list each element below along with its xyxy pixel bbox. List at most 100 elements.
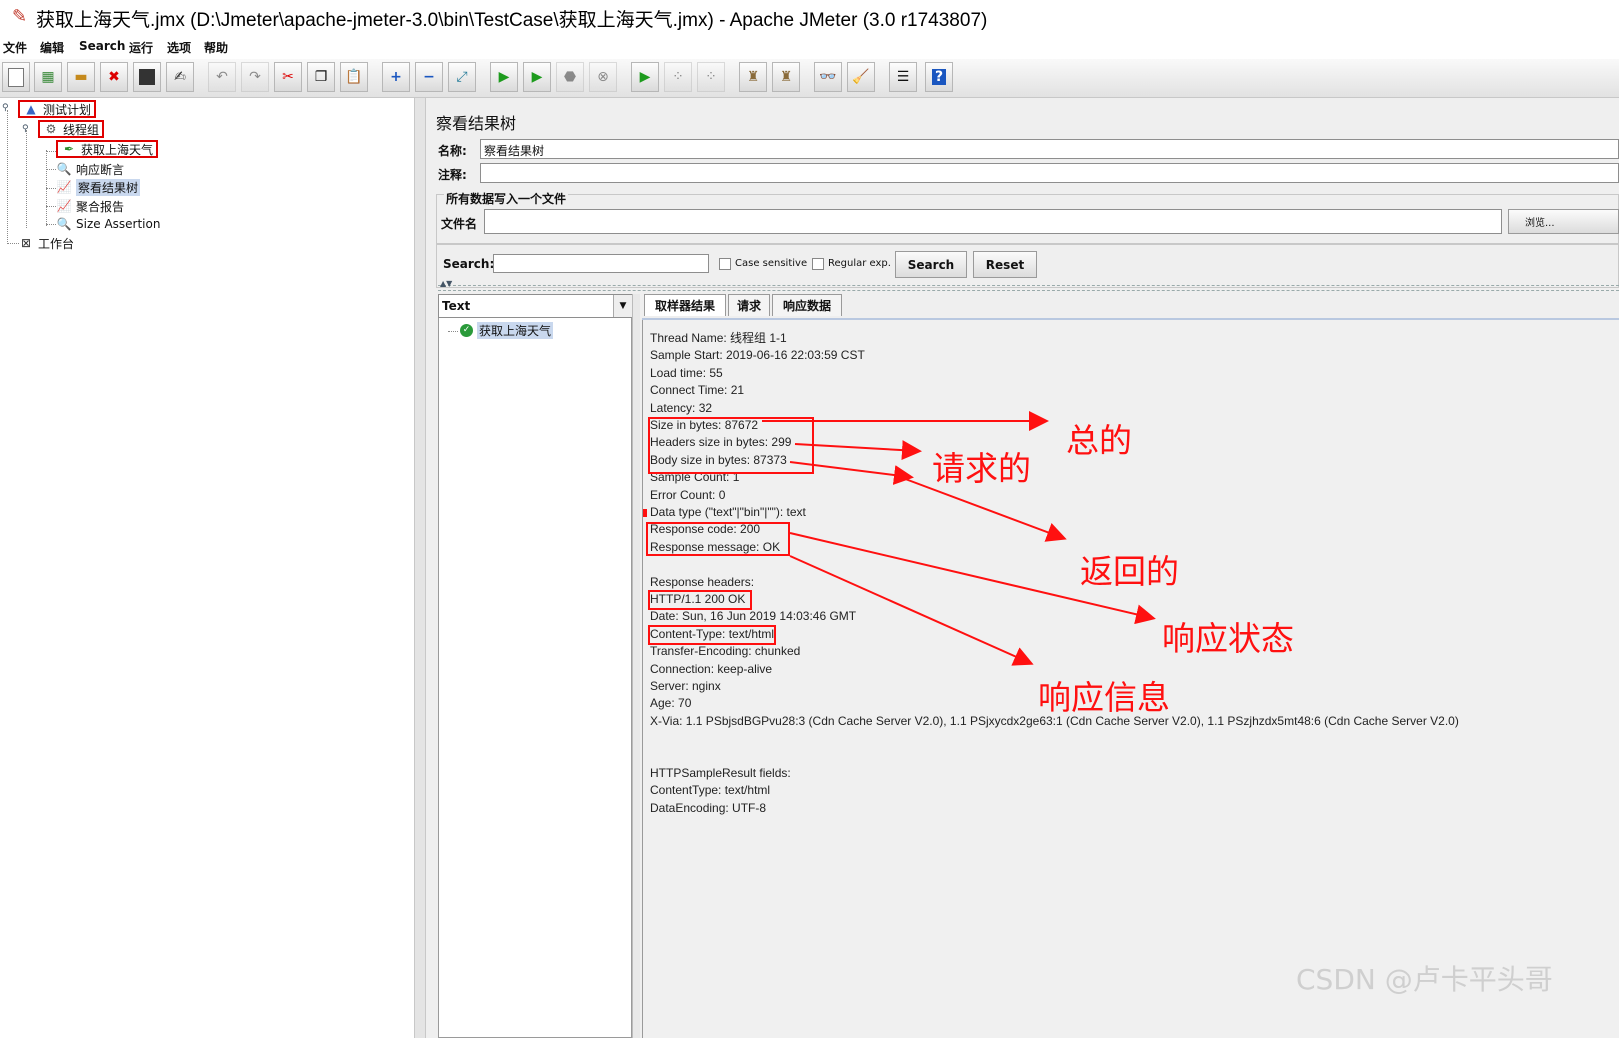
split-arrows-icon[interactable]: ▲▼	[440, 279, 452, 288]
save-as-icon[interactable]: ✍	[166, 62, 194, 92]
result-line: Latency: 32	[650, 400, 713, 415]
copy-icon[interactable]: ❐	[307, 62, 335, 92]
tree-label: 察看结果树	[76, 178, 141, 196]
expand-icon[interactable]: +	[382, 62, 410, 92]
menu-run[interactable]: 运行	[129, 39, 153, 56]
panel-title: 察看结果树	[436, 114, 517, 133]
name-label: 名称:	[438, 144, 467, 158]
results-list	[438, 294, 632, 1038]
new-icon[interactable]	[2, 62, 30, 92]
reset-button[interactable]: Reset	[973, 251, 1037, 278]
file-section-title: 所有数据写入一个文件	[444, 190, 569, 207]
renderer-value: Text	[442, 299, 471, 313]
filename-label: 文件名	[441, 217, 478, 231]
test-plan-tree: ⚲ ▲ 测试计划 ⚲ ⚙ 线程组 ✒ 获取上海天气 🔍 响应断言 📈 察看结果树…	[0, 98, 413, 1038]
tab-sampler-result[interactable]: 取样器结果	[644, 294, 726, 316]
function-helper-icon[interactable]: ☰	[889, 62, 917, 92]
remote-start-icon[interactable]: ▶	[631, 62, 659, 92]
filename-input[interactable]	[484, 209, 1502, 234]
regular-exp-label: Regular exp.	[828, 258, 891, 269]
annotation-total: 总的	[1066, 421, 1132, 460]
pane-splitter[interactable]	[414, 98, 426, 1038]
search-button[interactable]: Search	[895, 251, 967, 278]
search-icon[interactable]: 👓	[814, 62, 842, 92]
tree-label: 线程组	[63, 122, 100, 137]
close-icon[interactable]: ✖	[100, 62, 128, 92]
remote-shutdown-icon[interactable]: ⁘	[697, 62, 725, 92]
tree-label: 获取上海天气	[81, 142, 154, 157]
toggle-icon[interactable]: ⤢	[448, 62, 476, 92]
collapse-icon[interactable]: −	[415, 62, 443, 92]
title-bar: ✎ 获取上海天气.jmx (D:\Jmeter\apache-jmeter-3.…	[0, 0, 1619, 34]
results-splitter[interactable]	[632, 294, 640, 1038]
tree-node-thread-group[interactable]: ⚙ 线程组	[38, 120, 105, 138]
start-icon[interactable]: ▶	[490, 62, 518, 92]
result-line: Data type ("text"|"bin"|""): text	[650, 505, 806, 519]
result-line: Error Count: 0	[650, 487, 726, 502]
tree-label: 响应断言	[76, 162, 125, 177]
stop-icon[interactable]: ⬣	[556, 62, 584, 92]
tree-node-size-assertion[interactable]: 🔍 Size Assertion	[56, 215, 161, 233]
tree-node-aggregate-report[interactable]: 📈 聚合报告	[56, 197, 125, 215]
tree-node-test-plan[interactable]: ▲ 测试计划	[18, 100, 97, 118]
tree-node-workbench[interactable]: ⊠ 工作台	[18, 234, 74, 252]
menu-help[interactable]: 帮助	[204, 39, 228, 56]
paste-icon[interactable]: 📋	[340, 62, 368, 92]
tree-label: 聚合报告	[76, 199, 125, 214]
menu-file[interactable]: 文件	[3, 39, 27, 56]
menu-edit[interactable]: 编辑	[40, 39, 64, 56]
menu-bar: 文件 编辑 Search 运行 选项 帮助	[0, 36, 1619, 58]
magnifier-icon: 🔍	[56, 162, 72, 176]
clear-all-icon[interactable]: ♜	[772, 62, 800, 92]
help-icon[interactable]: ?	[925, 62, 953, 92]
save-icon[interactable]	[133, 62, 161, 92]
clear-icon[interactable]: ♜	[739, 62, 767, 92]
result-line: Transfer-Encoding: chunked	[650, 644, 801, 659]
redo-icon[interactable]: ↷	[241, 62, 269, 92]
annotation-box-sizes	[648, 417, 814, 474]
tree-node-sampler[interactable]: ✒ 获取上海天气	[56, 140, 159, 158]
horizontal-splitter[interactable]	[438, 285, 1619, 291]
annotation-box-content-type	[648, 625, 776, 645]
tree-toggle-icon[interactable]: ⚲	[2, 103, 9, 113]
gear-icon: ⚙	[45, 122, 57, 136]
shield-check-icon: ✓	[460, 323, 473, 337]
annotation-status: 响应状态	[1162, 619, 1294, 658]
result-line: HTTPSampleResult fields:	[650, 766, 791, 780]
templates-icon[interactable]: ▦	[34, 62, 62, 92]
search-input[interactable]	[493, 254, 709, 273]
browse-button[interactable]: 浏览...	[1508, 209, 1619, 234]
menu-search[interactable]: Search	[79, 39, 125, 53]
start-no-pause-icon[interactable]: ▶	[523, 62, 551, 92]
name-field[interactable]: 察看结果树	[480, 139, 1619, 159]
shutdown-icon[interactable]: ⊗	[589, 62, 617, 92]
reset-search-icon[interactable]: 🧹	[847, 62, 875, 92]
regular-exp-checkbox[interactable]	[812, 258, 824, 270]
result-line: DataEncoding: UTF-8	[650, 800, 767, 815]
result-item[interactable]: ✓ 获取上海天气	[460, 321, 554, 339]
chevron-down-icon[interactable]: ▼	[613, 295, 632, 317]
case-sensitive-checkbox[interactable]	[719, 258, 731, 270]
annotation-returned: 返回的	[1080, 552, 1179, 591]
menu-options[interactable]: 选项	[167, 39, 191, 56]
tab-request[interactable]: 请求	[728, 294, 770, 316]
renderer-select[interactable]: Text ▼	[438, 294, 632, 318]
tree-toggle-icon[interactable]: ⚲	[22, 124, 29, 134]
result-line: Date: Sun, 16 Jun 2019 14:03:46 GMT	[650, 609, 857, 624]
annotation-info: 响应信息	[1038, 678, 1170, 717]
undo-icon[interactable]: ↶	[208, 62, 236, 92]
result-line: Age: 70	[650, 696, 692, 711]
comment-field[interactable]	[480, 163, 1619, 183]
tree-node-results-tree[interactable]: 📈 察看结果树	[56, 178, 141, 196]
cut-icon[interactable]: ✂	[274, 62, 302, 92]
remote-stop-icon[interactable]: ⁘	[664, 62, 692, 92]
chart-icon: 📈	[56, 180, 72, 194]
tree-label: 测试计划	[43, 102, 92, 117]
result-line: Sample Start: 2019-06-16 22:03:59 CST	[650, 348, 865, 363]
result-item-label: 获取上海天气	[477, 321, 554, 339]
open-icon[interactable]: ▬	[67, 62, 95, 92]
magnifier-icon: 🔍	[56, 217, 72, 231]
tree-label: Size Assertion	[76, 217, 161, 231]
tab-response-data[interactable]: 响应数据	[772, 294, 842, 316]
tree-node-response-assertion[interactable]: 🔍 响应断言	[56, 160, 125, 178]
